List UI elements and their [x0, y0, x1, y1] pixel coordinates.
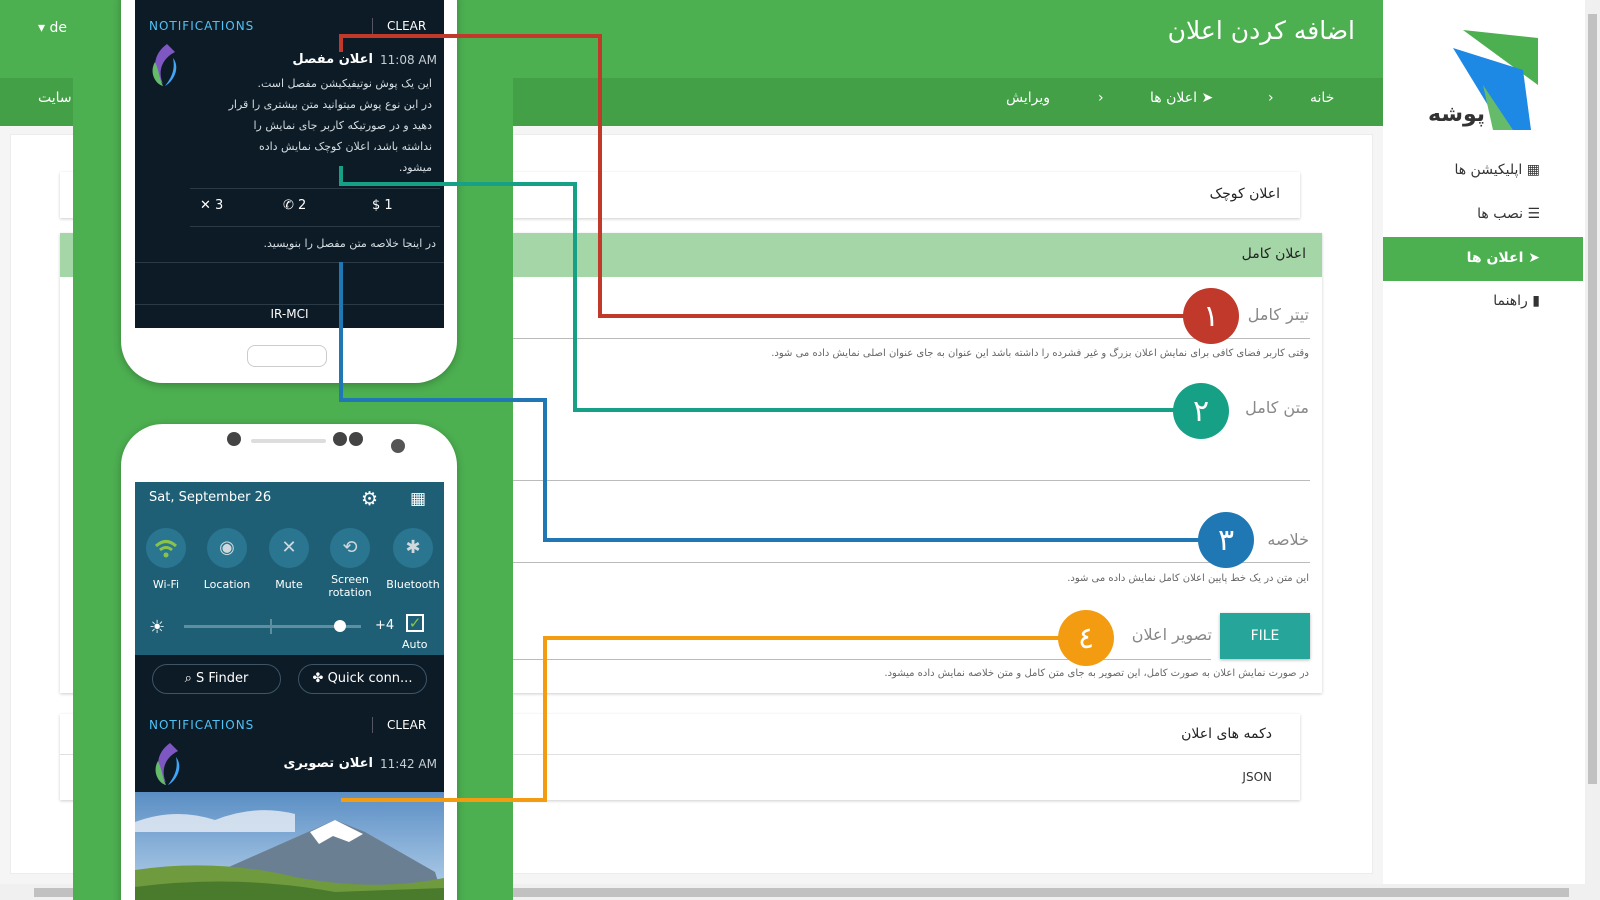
connector-line-4 — [341, 636, 1080, 802]
callout-1: ١ — [1183, 288, 1239, 344]
callout-4: ٤ — [1058, 610, 1114, 666]
connector-line-2 — [339, 166, 1185, 412]
callout-3: ٣ — [1198, 512, 1254, 568]
callout-2: ٢ — [1173, 383, 1229, 439]
page-root: اضافه کردن اعلان خانه › ➤ اعلان ها › ویر… — [0, 0, 1600, 900]
connector-line-1 — [339, 34, 1185, 318]
connector-lines — [339, 34, 1210, 802]
connector-line-3 — [339, 262, 1210, 542]
